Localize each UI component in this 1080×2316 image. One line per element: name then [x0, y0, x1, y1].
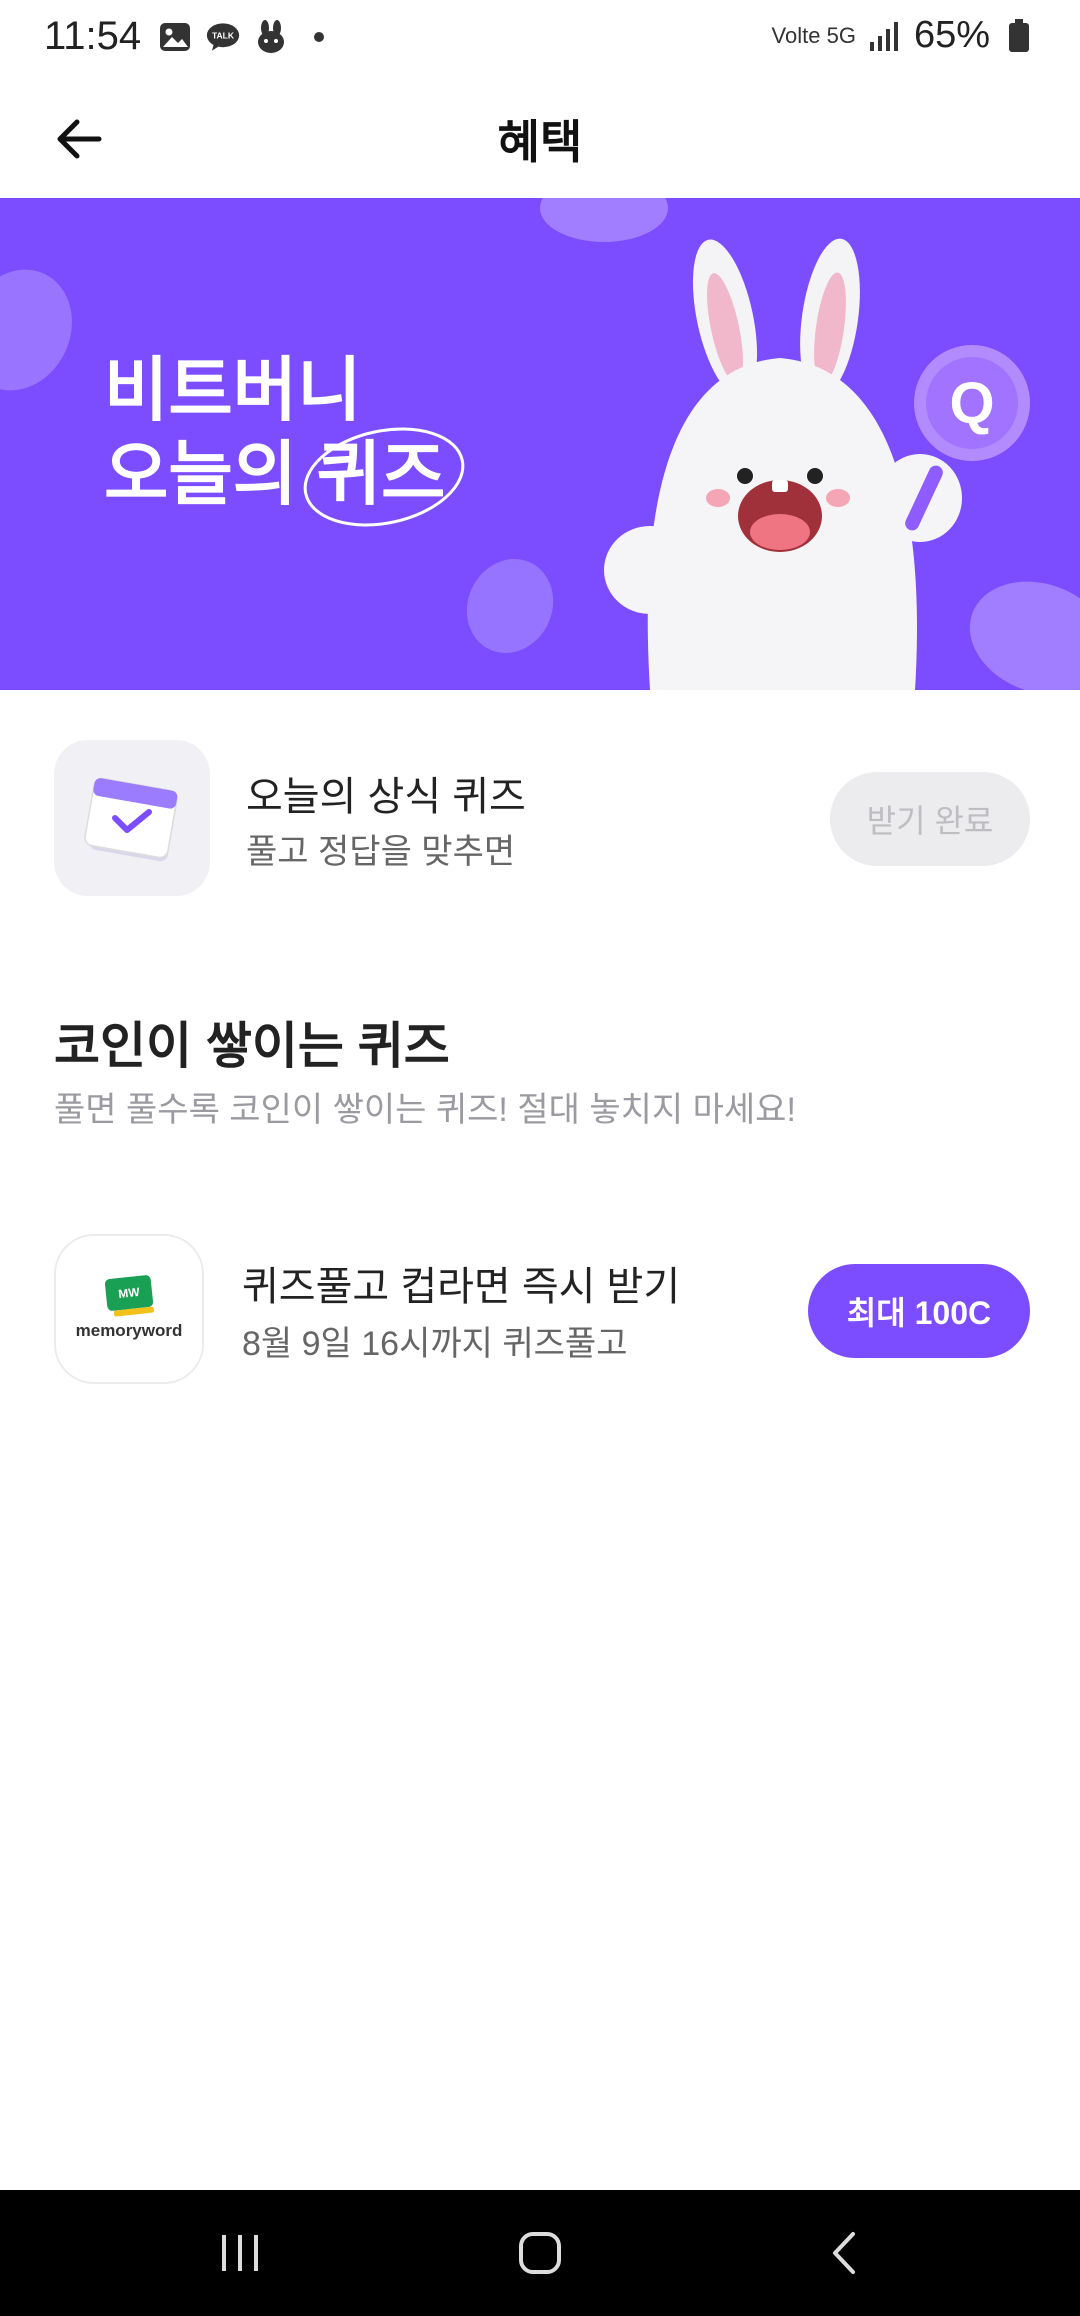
svg-text:Q: Q	[949, 371, 994, 436]
memoryword-logo: MW memoryword	[54, 1234, 204, 1384]
claim-complete-button[interactable]: 받기 완료	[830, 772, 1030, 866]
home-button[interactable]	[500, 2220, 580, 2286]
daily-quiz-title: 오늘의 상식 퀴즈	[246, 775, 526, 819]
quiz-item-title: 퀴즈풀고 컵라면 즉시 받기	[242, 1265, 681, 1309]
status-right: Volte 5G 65%	[772, 14, 1036, 57]
more-dot-icon	[302, 20, 336, 54]
max-reward-button[interactable]: 최대 100C	[808, 1264, 1030, 1358]
recent-apps-button[interactable]	[200, 2220, 280, 2286]
quiz-banner[interactable]: Q 비트버니 오늘의 퀴즈	[0, 198, 1080, 690]
bunny-app-icon	[254, 20, 288, 54]
highlight-ellipse-icon	[303, 427, 464, 527]
status-bar: 11:54 TALK Volte 5G 65%	[0, 0, 1080, 80]
kakaotalk-icon: TALK	[206, 20, 240, 54]
daily-quiz-item[interactable]: 오늘의 상식 퀴즈 풀고 정답을 맞추면 받기 완료	[0, 740, 1080, 900]
quiz-list-item[interactable]: MW memoryword 퀴즈풀고 컵라면 즉시 받기 8월 9일 16시까지…	[0, 1234, 1080, 1390]
svg-text:TALK: TALK	[212, 31, 235, 41]
quiz-item-subtitle: 8월 9일 16시까지 퀴즈풀고	[242, 1325, 628, 1363]
section-title: 코인이 쌓이는 퀴즈	[54, 1018, 450, 1074]
banner-title-line2: 오늘의 퀴즈	[104, 427, 464, 527]
system-nav-bar	[0, 2190, 1080, 2316]
status-time: 11:54	[44, 14, 142, 58]
home-icon	[519, 2232, 561, 2274]
section-subtitle: 풀면 풀수록 코인이 쌓이는 퀴즈! 절대 놓치지 마세요!	[54, 1091, 796, 1129]
memoryword-wordmark: memoryword	[75, 1321, 183, 1340]
memoryword-logo-mark: MW	[104, 1274, 154, 1312]
calendar-check-icon	[54, 740, 210, 896]
network-label: Volte 5G	[771, 22, 856, 48]
gallery-icon	[158, 20, 192, 54]
battery-percent: 65%	[913, 14, 990, 56]
notification-icons: TALK	[158, 20, 336, 54]
app-header: 혜택	[0, 80, 1080, 198]
daily-quiz-subtitle: 풀고 정답을 맞추면	[246, 833, 516, 871]
recent-apps-icon	[222, 2235, 258, 2271]
banner-title-highlight: 퀴즈	[303, 427, 464, 527]
system-back-button[interactable]	[804, 2220, 884, 2286]
chevron-left-icon	[833, 2232, 855, 2274]
signal-icon	[868, 19, 902, 53]
banner-title: 비트버니 오늘의 퀴즈	[104, 348, 464, 527]
page-title: 혜택	[497, 116, 583, 168]
banner-title-prefix: 오늘의	[104, 435, 298, 513]
battery-icon	[1002, 18, 1036, 53]
banner-title-line1: 비트버니	[104, 351, 362, 429]
